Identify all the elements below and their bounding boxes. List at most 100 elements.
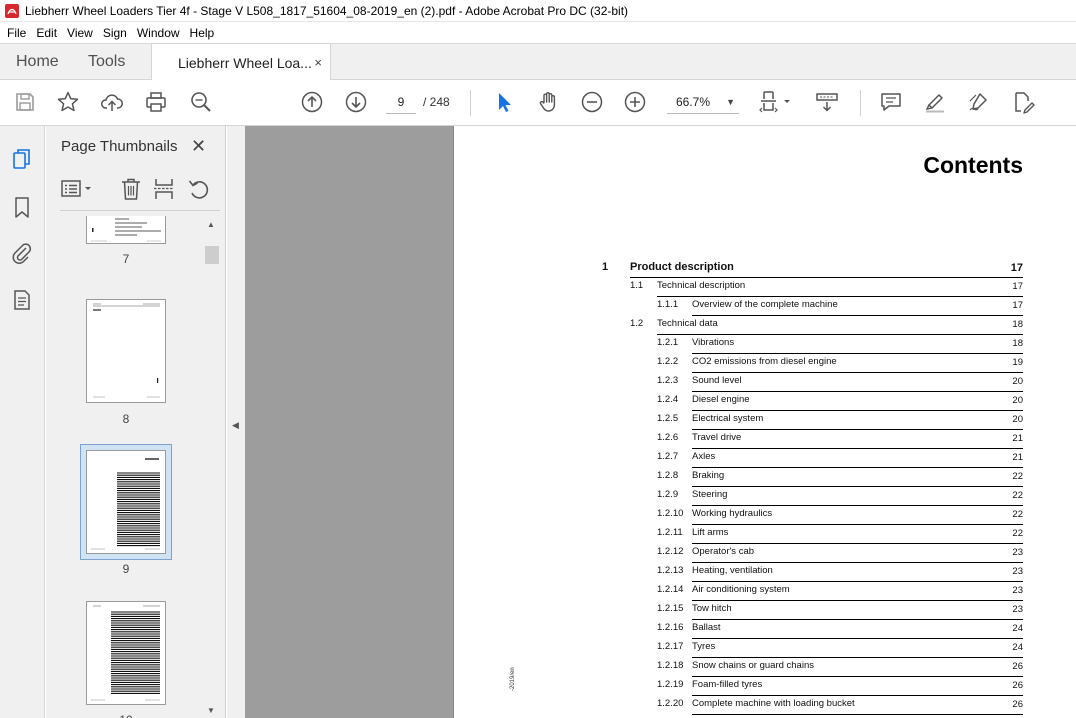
attachment-icon[interactable] — [11, 242, 33, 264]
menu-window[interactable]: Window — [132, 26, 185, 40]
next-page-icon[interactable] — [344, 90, 368, 114]
print-icon[interactable] — [144, 90, 168, 114]
bookmark-icon[interactable] — [11, 196, 33, 218]
thumbnail-scrollbar[interactable]: ▲ ▼ — [204, 216, 220, 718]
toc-number: 1.2.16 — [657, 622, 684, 633]
comment-icon[interactable] — [879, 90, 903, 114]
toc-entry[interactable]: 1.2.16 Ballast 24 — [657, 622, 1023, 639]
hand-icon[interactable] — [536, 90, 560, 114]
toc-entry[interactable]: 1.2.15 Tow hitch 23 — [657, 603, 1023, 620]
toc-entry[interactable]: 1.2.20 Complete machine with loading buck… — [657, 698, 1023, 715]
sign-icon[interactable] — [967, 90, 991, 114]
toc-entry[interactable]: 1.2.13 Heating, ventilation 23 — [657, 565, 1023, 582]
collapse-panel-icon[interactable]: ◀ — [232, 420, 239, 431]
layers-icon[interactable] — [11, 289, 33, 311]
page-number-input[interactable]: 9 — [386, 90, 416, 114]
toc-title: Working hydraulics — [692, 508, 773, 519]
toc-entry[interactable]: 1.1 Technical description 17 — [630, 280, 1023, 297]
toc-entry[interactable]: 1.2.5 Electrical system 20 — [657, 413, 1023, 430]
find-icon[interactable] — [189, 90, 213, 114]
toc-title: Axles — [692, 451, 716, 462]
menu-help[interactable]: Help — [185, 26, 220, 40]
toc-title: Tow hitch — [692, 603, 732, 614]
toc-entry[interactable]: 1.2.10 Working hydraulics 22 — [657, 508, 1023, 525]
zoom-out-icon[interactable] — [580, 90, 604, 114]
toc-entry[interactable]: 1.2.11 Lift arms 22 — [657, 527, 1023, 544]
thumbnails-panel: Page Thumbnails ✕ 7 8 9 10 — [46, 126, 226, 718]
toc-entry[interactable]: 1.2.8 Braking 22 — [657, 470, 1023, 487]
toc-entry[interactable]: 1.2.3 Sound level 20 — [657, 375, 1023, 392]
prev-page-icon[interactable] — [300, 90, 324, 114]
toc-number: 1.2.10 — [657, 508, 684, 519]
toc-entry[interactable]: 1.2.18 Snow chains or guard chains 26 — [657, 660, 1023, 677]
scroll-up-icon[interactable]: ▲ — [207, 220, 215, 229]
toc-page-number: 17 — [1010, 262, 1023, 274]
toc-page-number: 23 — [1012, 604, 1023, 615]
highlight-icon[interactable] — [923, 90, 947, 114]
select-pointer-icon[interactable] — [492, 90, 516, 114]
toc-underline — [692, 695, 1023, 696]
toc-title: Ballast — [692, 622, 721, 633]
delete-icon[interactable] — [120, 177, 142, 201]
toc-underline — [630, 277, 1023, 278]
toc-entry[interactable]: 1.2.2 CO2 emissions from diesel engine 19 — [657, 356, 1023, 373]
close-panel-icon[interactable]: ✕ — [191, 136, 206, 157]
acrobat-icon — [5, 3, 19, 18]
toc-underline — [692, 676, 1023, 677]
toc-title: Technical description — [657, 280, 746, 291]
save-icon[interactable] — [13, 90, 37, 114]
toc-underline — [692, 657, 1023, 658]
upload-icon[interactable] — [100, 90, 124, 114]
close-tab-icon[interactable]: × — [314, 55, 322, 70]
page-thumbnail-selected[interactable] — [86, 450, 166, 554]
menu-file[interactable]: File — [2, 26, 31, 40]
document-viewport[interactable]: Contents 1 Product description 17 1.1 Techni… — [245, 126, 1076, 718]
toc-number: 1.2 — [630, 318, 644, 329]
thumbnail-options-icon[interactable] — [60, 177, 96, 201]
fill-sign-icon[interactable] — [1011, 90, 1035, 114]
page-thumbnail[interactable] — [86, 216, 166, 244]
toc-entry[interactable]: 1.1.1 Overview of the complete machine 17 — [657, 299, 1023, 316]
zoom-level-select[interactable]: 66.7% ▼ — [667, 90, 739, 114]
scroll-mode-icon[interactable] — [814, 90, 842, 114]
toc-entry[interactable]: 1.2 Technical data 18 — [630, 318, 1023, 335]
page-thumbnail[interactable] — [86, 601, 166, 705]
page-fit-icon[interactable] — [758, 90, 794, 114]
toc-number: 1.2.18 — [657, 660, 684, 671]
menu-sign[interactable]: Sign — [98, 26, 132, 40]
tab-home[interactable]: Home — [16, 44, 59, 80]
toc-entry[interactable]: 1.2.4 Diesel engine 20 — [657, 394, 1023, 411]
toc-entry[interactable]: 1.2.1 Vibrations 18 — [657, 337, 1023, 354]
toc-number: 1.2.4 — [657, 394, 679, 405]
toc-entry[interactable]: 1.2.9 Steering 22 — [657, 489, 1023, 506]
toc-entry[interactable]: 1.2.19 Foam-filled tyres 26 — [657, 679, 1023, 696]
menu-view[interactable]: View — [62, 26, 98, 40]
toc-entry[interactable]: 1 Product description 17 — [602, 261, 1023, 278]
toc-page-number: 20 — [1012, 376, 1023, 387]
tab-tools[interactable]: Tools — [88, 44, 125, 80]
toc-entry[interactable]: 1.2.12 Operator's cab 23 — [657, 546, 1023, 563]
panel-title: Page Thumbnails — [61, 138, 178, 155]
scroll-down-icon[interactable]: ▼ — [207, 706, 215, 715]
toc-entry[interactable]: 1.2.7 Axles 21 — [657, 451, 1023, 468]
toolbar-divider — [470, 90, 471, 116]
toc-title: Product description — [630, 261, 734, 273]
page-thumbnail[interactable] — [86, 299, 166, 403]
toc-entry[interactable]: 1.2.14 Air conditioning system 23 — [657, 584, 1023, 601]
toc-number: 1.2.11 — [657, 527, 683, 538]
star-icon[interactable] — [56, 90, 80, 114]
menu-edit[interactable]: Edit — [31, 26, 62, 40]
toc-underline — [692, 562, 1023, 563]
panel-divider — [60, 210, 220, 211]
toc-title: Heating, ventilation — [692, 565, 773, 576]
insert-page-icon[interactable] — [153, 177, 175, 201]
toc-number: 1.2.2 — [657, 356, 679, 367]
toc-number: 1.2.14 — [657, 584, 684, 595]
toc-entry[interactable]: 1.2.6 Travel drive 21 — [657, 432, 1023, 449]
toc-entry[interactable]: 1.2.17 Tyres 24 — [657, 641, 1023, 658]
scrollbar-thumb[interactable] — [205, 246, 219, 264]
page-thumbnails-icon[interactable] — [11, 148, 33, 170]
rotate-icon[interactable] — [187, 177, 211, 201]
tab-document[interactable]: Liebherr Wheel Loa... × — [151, 43, 331, 81]
zoom-in-icon[interactable] — [623, 90, 647, 114]
